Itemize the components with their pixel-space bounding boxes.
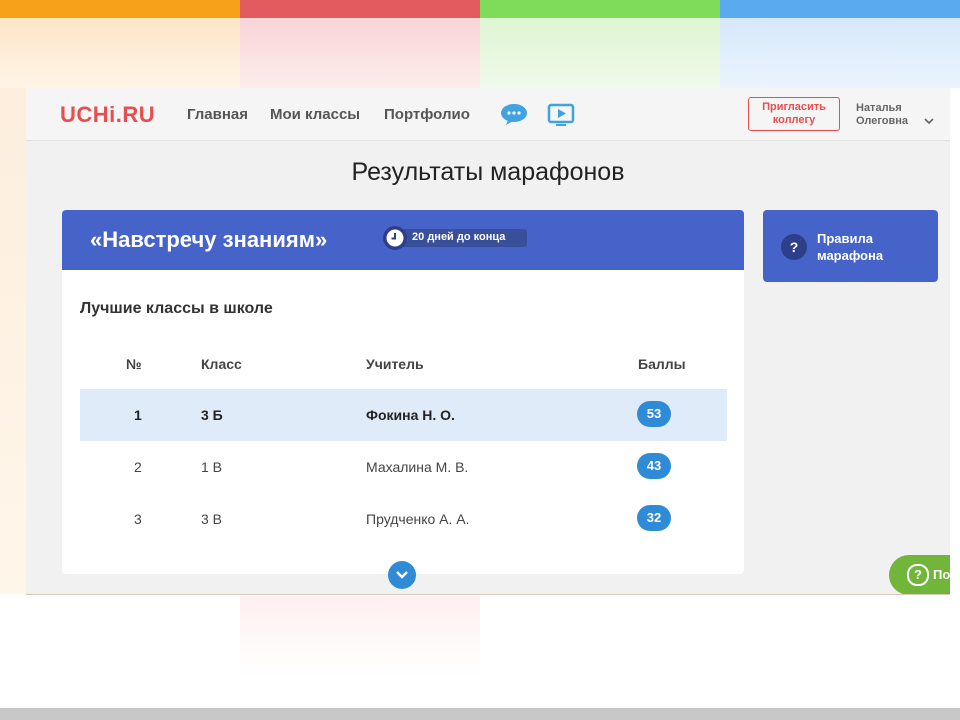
table-row: 2 1 В Махалина М. В. 43 xyxy=(80,441,727,493)
video-icon[interactable] xyxy=(547,103,575,127)
deadline-text: 20 дней до конца xyxy=(412,231,505,243)
column-header-score: Баллы xyxy=(638,356,686,372)
cell-class: 3 Б xyxy=(201,407,223,423)
user-first-name: Наталья xyxy=(856,102,902,114)
cell-class: 1 В xyxy=(201,459,223,475)
chat-icon[interactable] xyxy=(500,103,528,125)
deadline-days: 20 xyxy=(412,231,425,243)
clock-icon xyxy=(383,226,407,250)
column-header-number: № xyxy=(126,356,142,372)
cell-rank: 1 xyxy=(134,407,142,423)
slide-bottom-band xyxy=(0,708,960,720)
top-navigation: UCHi.RU Главная Мои классы Портфолио При… xyxy=(26,88,950,141)
fade-red xyxy=(240,18,480,88)
marathon-name: «Навстречу знаниям» xyxy=(90,227,328,252)
fade-orange xyxy=(0,18,240,88)
table-row: 3 3 В Прудченко А. А. 32 xyxy=(80,493,727,545)
deadline-caption: дней до конца xyxy=(427,231,506,243)
help-label: По xyxy=(933,567,950,582)
cell-teacher: Махалина М. В. xyxy=(366,459,469,475)
column-header-class: Класс xyxy=(201,356,242,372)
bar-green xyxy=(480,0,720,18)
score-badge: 32 xyxy=(637,505,671,531)
screenshot-window: UCHi.RU Главная Мои классы Портфолио При… xyxy=(26,88,950,595)
invite-label-line2: коллегу xyxy=(772,114,816,126)
slide-under-fade xyxy=(240,596,480,676)
help-button[interactable]: ? По xyxy=(889,555,950,594)
bar-red xyxy=(240,0,480,18)
bar-orange xyxy=(0,0,240,18)
rules-label-line2: марафона xyxy=(817,248,884,263)
cell-rank: 3 xyxy=(134,511,142,527)
cell-teacher: Прудченко А. А. xyxy=(366,511,470,527)
marathon-header: «Навстречу знаниям» 20 дней до конца xyxy=(62,210,744,270)
nav-my-classes[interactable]: Мои классы xyxy=(270,106,360,123)
score-badge: 53 xyxy=(637,401,671,427)
cell-rank: 2 xyxy=(134,459,142,475)
page-title: Результаты марафонов xyxy=(351,158,625,186)
slide-side-fade xyxy=(0,88,26,594)
fade-blue xyxy=(720,18,960,88)
cell-teacher: Фокина Н. О. xyxy=(366,407,455,423)
nav-portfolio[interactable]: Портфолио xyxy=(384,106,470,123)
logo[interactable]: UCHi.RU xyxy=(60,102,155,128)
question-icon: ? xyxy=(781,234,807,260)
score-badge: 43 xyxy=(637,453,671,479)
nav-home[interactable]: Главная xyxy=(187,106,248,123)
invite-label-line1: Пригласить xyxy=(762,101,826,113)
rules-label-line1: Правила xyxy=(817,231,873,246)
rules-label: Правила марафона xyxy=(817,230,927,264)
marathon-rules-button[interactable]: ? Правила марафона xyxy=(763,210,938,282)
column-header-teacher: Учитель xyxy=(366,356,424,372)
invite-colleague-button[interactable]: Пригласить коллегу xyxy=(748,97,840,131)
table-row: 1 3 Б Фокина Н. О. 53 xyxy=(80,389,727,441)
marathon-card: «Навстречу знаниям» 20 дней до конца Луч… xyxy=(62,210,744,574)
chevron-down-icon xyxy=(396,571,408,579)
chevron-down-icon xyxy=(924,118,934,125)
user-menu[interactable]: Наталья Олеговна xyxy=(856,102,946,128)
fade-green xyxy=(480,18,720,88)
cell-class: 3 В xyxy=(201,511,223,527)
slide-color-bars xyxy=(0,0,960,18)
bar-blue xyxy=(720,0,960,18)
show-more-button[interactable] xyxy=(388,561,416,589)
help-question-icon: ? xyxy=(907,564,929,586)
deadline-badge: 20 дней до конца xyxy=(382,226,527,250)
slide-color-fade xyxy=(0,18,960,88)
ranking-title: Лучшие классы в школе xyxy=(80,300,273,317)
